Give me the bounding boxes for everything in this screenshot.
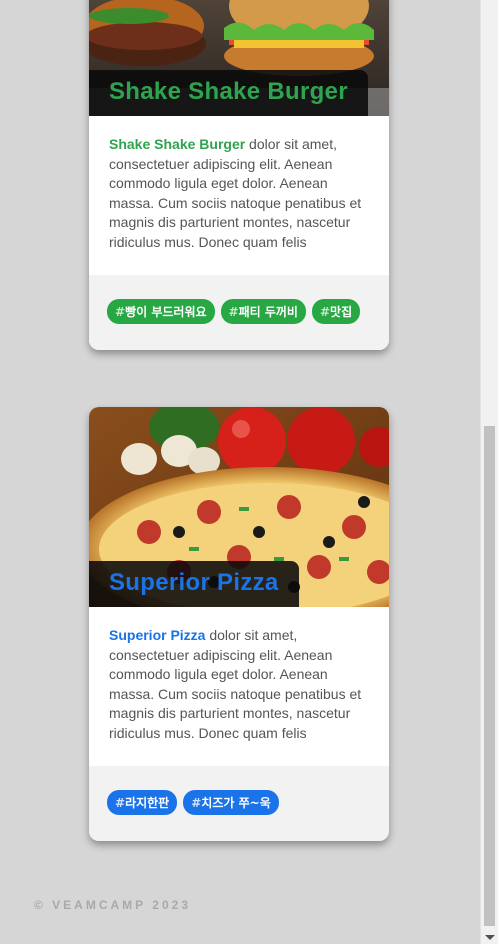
tag-label: 빵이 부드러워요 — [125, 304, 207, 319]
description-text: dolor sit amet, consectetuer adipiscing … — [109, 136, 362, 250]
tag-label: 패티 두꺼비 — [238, 304, 298, 319]
tag-chip[interactable]: #패티 두꺼비 — [220, 298, 306, 324]
scroll-down-arrow-icon[interactable] — [485, 935, 495, 940]
tag-list: #라지한판 #치즈가 쭈~욱 — [89, 765, 389, 841]
card-description: Shake Shake Burger dolor sit amet, conse… — [89, 116, 389, 275]
description-lead: Shake Shake Burger — [109, 136, 246, 152]
restaurant-card-burger[interactable]: Shake Shake Burger Shake Shake Burger do… — [89, 0, 389, 350]
hash-icon: # — [115, 304, 126, 319]
tag-chip[interactable]: #라지한판 — [107, 789, 178, 815]
burger-image: Shake Shake Burger — [89, 0, 389, 116]
pizza-image: Superior Pizza — [89, 407, 389, 607]
card-title[interactable]: Shake Shake Burger — [109, 78, 348, 106]
description-text: dolor sit amet, consectetuer adipiscing … — [109, 627, 362, 741]
footer-copyright: © VEAMCAMP 2023 — [34, 898, 191, 912]
vertical-scrollbar[interactable] — [480, 0, 498, 944]
tag-chip[interactable]: #빵이 부드러워요 — [107, 298, 215, 324]
hash-icon: # — [191, 795, 202, 810]
tag-list: #빵이 부드러워요 #패티 두꺼비 #맛집 — [89, 274, 389, 350]
tag-chip[interactable]: #맛집 — [311, 298, 361, 324]
restaurant-card-pizza[interactable]: Superior Pizza Superior Pizza dolor sit … — [89, 407, 389, 841]
tag-label: 라지한판 — [125, 795, 170, 810]
tag-chip[interactable]: #치즈가 쭈~욱 — [183, 789, 279, 815]
tag-label: 치즈가 쭈~욱 — [201, 795, 271, 810]
card-title[interactable]: Superior Pizza — [109, 569, 279, 597]
card-title-box: Shake Shake Burger — [89, 70, 368, 116]
description-lead: Superior Pizza — [109, 627, 206, 643]
tag-label: 맛집 — [330, 304, 353, 319]
hash-icon: # — [319, 304, 331, 319]
card-description: Superior Pizza dolor sit amet, consectet… — [89, 607, 389, 766]
page-viewport: Shake Shake Burger Shake Shake Burger do… — [0, 0, 480, 944]
hash-icon: # — [228, 304, 239, 319]
card-title-box: Superior Pizza — [89, 561, 299, 607]
scrollbar-thumb[interactable] — [484, 426, 495, 926]
hash-icon: # — [115, 795, 126, 810]
